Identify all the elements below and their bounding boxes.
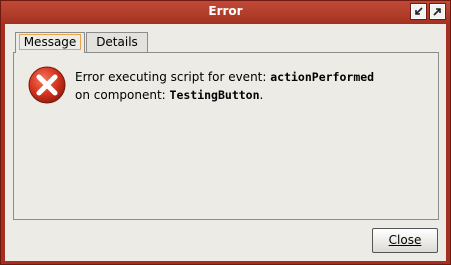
close-button[interactable]: Close: [372, 228, 438, 253]
component-name: TestingButton: [169, 88, 260, 102]
tab-message[interactable]: Message: [15, 32, 85, 53]
tab-details-label: Details: [96, 35, 138, 49]
error-message: Error executing script for event: action…: [75, 68, 374, 104]
dialog-content: Message Details Error executing script f…: [5, 24, 446, 261]
tab-details[interactable]: Details: [86, 32, 148, 52]
error-x-icon: [28, 66, 66, 104]
event-name: actionPerformed: [270, 70, 375, 84]
title-bar[interactable]: Error: [1, 1, 450, 23]
window-title: Error: [208, 4, 243, 18]
message-period: .: [259, 88, 264, 102]
event-prefix-text: Error executing script for event:: [75, 70, 271, 84]
maximize-icon[interactable]: [429, 3, 446, 20]
restore-down-icon[interactable]: [410, 3, 427, 20]
message-panel: Error executing script for event: action…: [13, 52, 439, 220]
error-message-line-2: on component: TestingButton.: [75, 86, 374, 104]
component-prefix-text: on component:: [75, 88, 170, 102]
error-message-line-1: Error executing script for event: action…: [75, 68, 374, 86]
error-dialog-window: Error Message Details Error executing sc…: [0, 0, 451, 265]
tab-message-label: Message: [18, 34, 82, 50]
